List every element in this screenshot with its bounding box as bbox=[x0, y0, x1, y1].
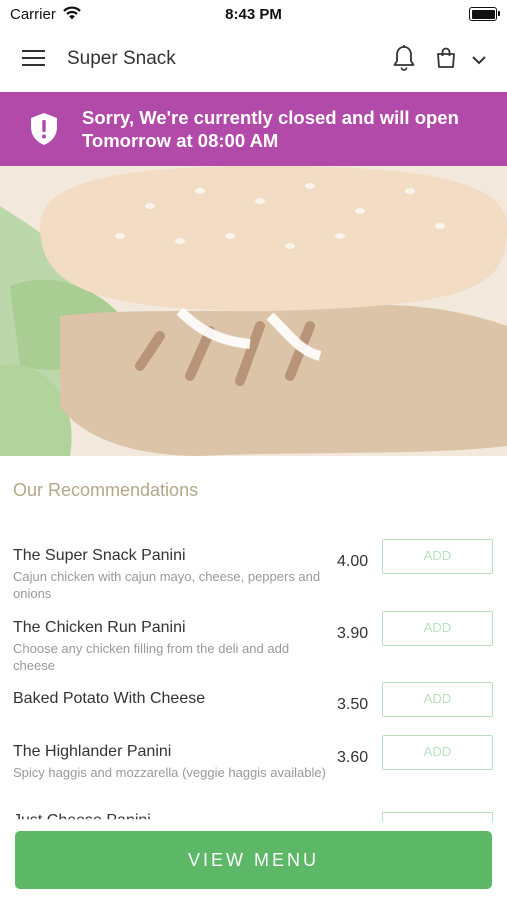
clock: 8:43 PM bbox=[225, 6, 282, 23]
add-button[interactable]: ADD bbox=[382, 682, 493, 717]
partial-add-button[interactable] bbox=[382, 812, 493, 822]
closed-notice-text: Sorry, We're currently closed and will o… bbox=[82, 106, 459, 152]
item-description: Spicy haggis and mozzarella (veggie hagg… bbox=[13, 765, 326, 780]
add-button[interactable]: ADD bbox=[382, 611, 493, 646]
app-header: Super Snack bbox=[0, 28, 507, 92]
recommendations-title: Our Recommendations bbox=[13, 480, 199, 500]
item-name: The Super Snack Panini bbox=[13, 547, 186, 564]
partial-menu-item-name: Just Cheese Panini bbox=[13, 812, 151, 829]
closed-notice-banner: Sorry, We're currently closed and will o… bbox=[0, 92, 507, 166]
item-name: The Chicken Run Panini bbox=[13, 619, 186, 636]
add-button[interactable]: ADD bbox=[382, 735, 493, 770]
battery-icon bbox=[469, 7, 500, 21]
shopping-bag-icon[interactable] bbox=[435, 47, 457, 74]
item-price: 3.90 bbox=[337, 625, 369, 642]
bell-icon[interactable] bbox=[392, 44, 416, 77]
item-price: 4.00 bbox=[337, 553, 369, 570]
view-menu-button[interactable]: VIEW MENU bbox=[15, 831, 492, 889]
item-description: Choose any chicken filling from the deli… bbox=[13, 641, 290, 673]
closed-notice-line-2: Tomorrow at 08:00 AM bbox=[82, 130, 279, 151]
closed-notice-line-1: Sorry, We're currently closed and will o… bbox=[82, 107, 459, 128]
add-button[interactable]: ADD bbox=[382, 539, 493, 574]
shield-icon bbox=[30, 112, 58, 151]
hamburger-menu-icon[interactable] bbox=[22, 50, 45, 68]
status-bar: Carrier 8:43 PM bbox=[0, 0, 507, 28]
page-title: Super Snack bbox=[67, 48, 176, 69]
item-name: Baked Potato With Cheese bbox=[13, 690, 206, 707]
item-price: 3.50 bbox=[337, 696, 369, 713]
item-price: 3.60 bbox=[337, 749, 369, 766]
chevron-down-icon[interactable] bbox=[471, 53, 487, 71]
item-description: Cajun chicken with cajun mayo, cheese, p… bbox=[13, 569, 321, 601]
hero-burger-image bbox=[0, 166, 507, 456]
item-name: The Highlander Panini bbox=[13, 743, 172, 760]
